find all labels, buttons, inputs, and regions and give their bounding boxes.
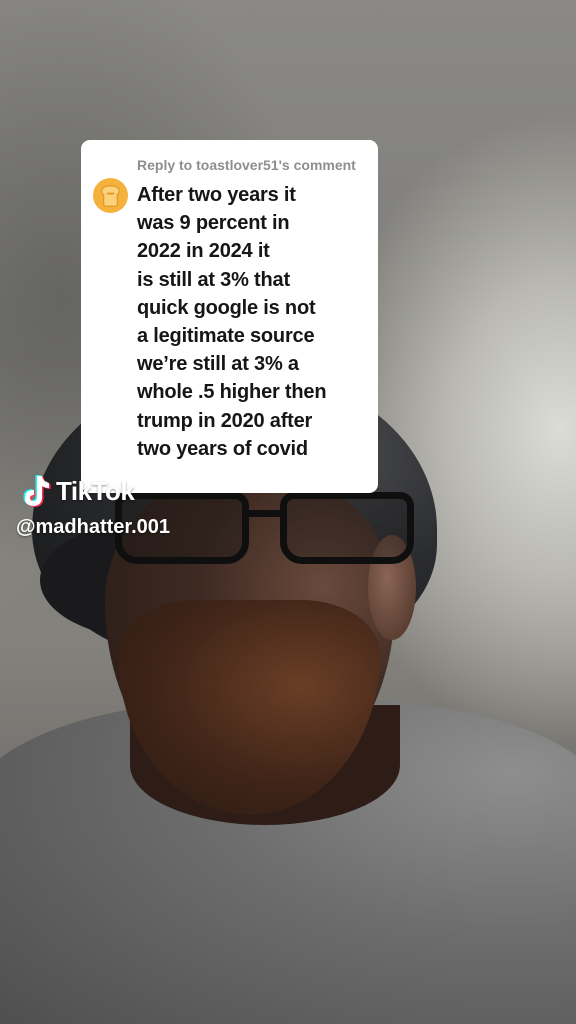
lens-right (280, 492, 414, 564)
tiktok-brand-text: TikTok (56, 475, 135, 506)
creator-username: @madhatter.001 (16, 516, 171, 538)
comment-text: After two years it was 9 percent in 2022… (137, 184, 327, 460)
reply-to-label: Reply to toastlover51's comment (137, 157, 356, 173)
tiktok-watermark: TikTok (18, 472, 135, 510)
toast-avatar-icon (93, 178, 128, 213)
comment-reply-sticker[interactable]: Reply to toastlover51's comment After tw… (81, 140, 378, 493)
tiktok-note-icon (23, 475, 51, 507)
